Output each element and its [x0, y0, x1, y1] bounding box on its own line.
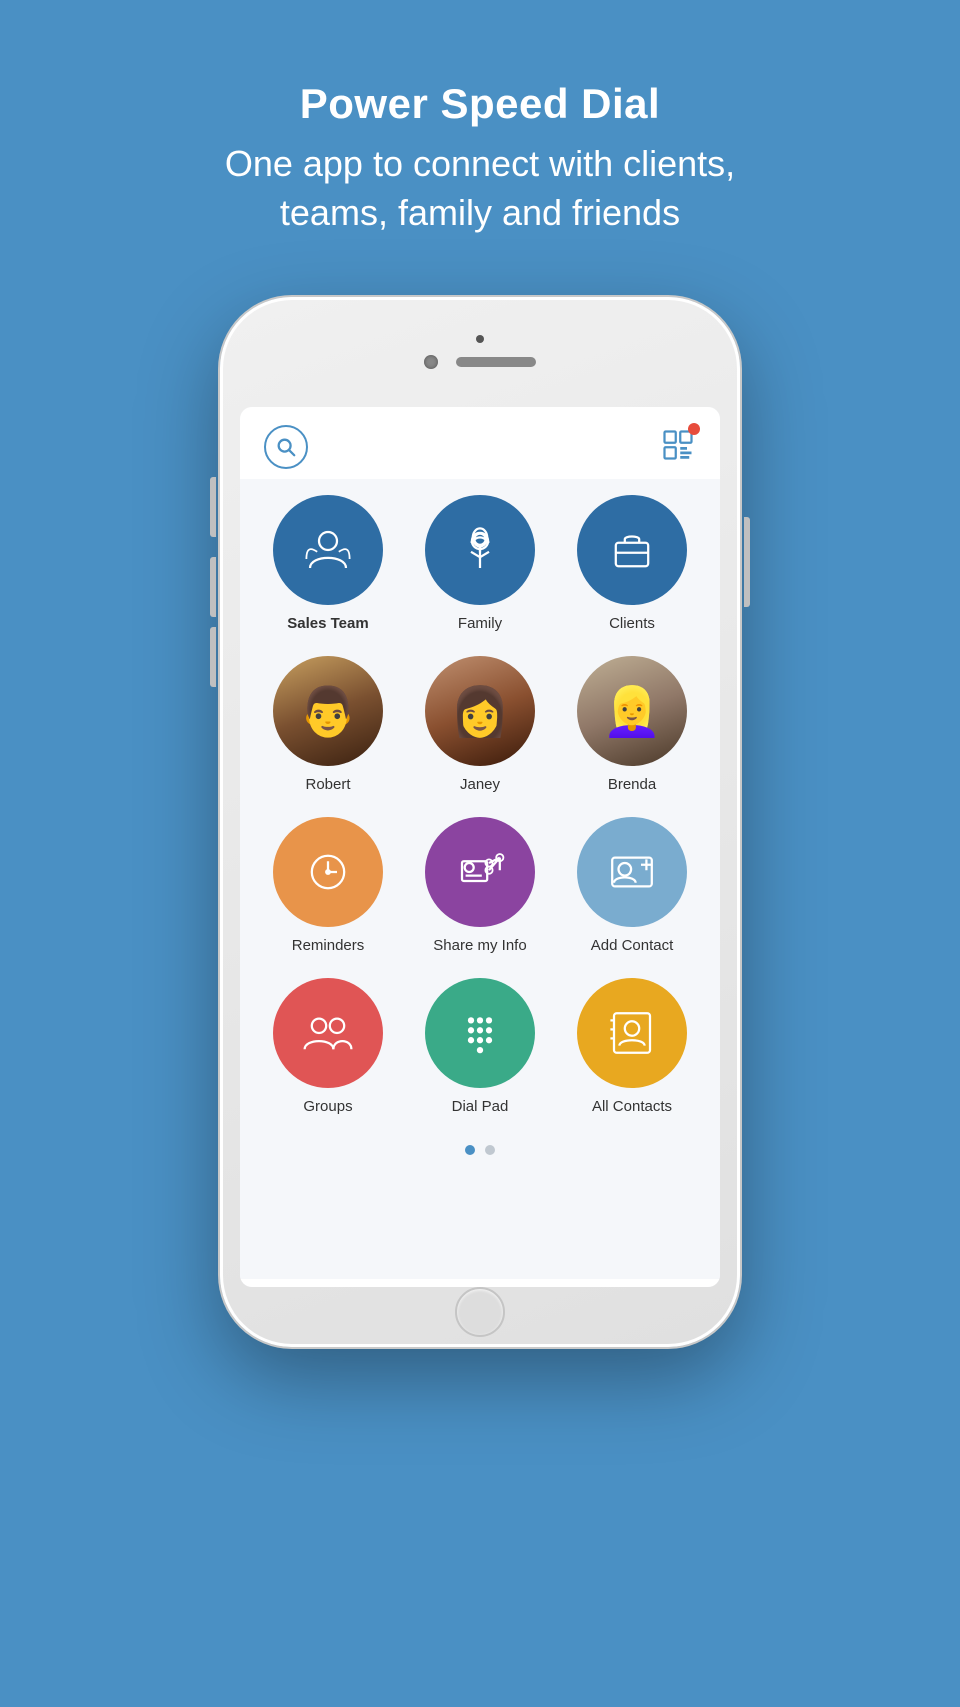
- sales-team-label: Sales Team: [287, 615, 368, 632]
- pagination: [260, 1135, 700, 1161]
- phone-bottom: [240, 1287, 720, 1337]
- brenda-label: Brenda: [608, 776, 656, 793]
- app-subtitle: One app to connect with clients,teams, f…: [0, 140, 960, 237]
- phone-camera: [424, 355, 438, 369]
- grid-item-all-contacts[interactable]: All Contacts: [564, 978, 700, 1115]
- header-section: Power Speed Dial One app to connect with…: [0, 0, 960, 277]
- grid-item-robert[interactable]: 👨 Robert: [260, 656, 396, 793]
- notifications-button[interactable]: [660, 427, 696, 468]
- screen-topbar: [240, 407, 720, 479]
- grid-item-janey[interactable]: 👩 Janey: [412, 656, 548, 793]
- phone-speaker: [456, 357, 536, 367]
- reminders-label: Reminders: [292, 937, 365, 954]
- home-button[interactable]: [455, 1287, 505, 1337]
- add-contact-label: Add Contact: [591, 937, 674, 954]
- grid-item-reminders[interactable]: Reminders: [260, 817, 396, 954]
- screen-bottom-bar: [240, 1279, 720, 1287]
- clients-label: Clients: [609, 615, 655, 632]
- share-my-info-label: Share my Info: [433, 937, 526, 954]
- phone-device: Sales Team: [220, 297, 740, 1347]
- page-dot-1[interactable]: [465, 1145, 475, 1155]
- app-title: Power Speed Dial: [0, 80, 960, 128]
- grid-item-sales-team[interactable]: Sales Team: [260, 495, 396, 632]
- search-button[interactable]: [264, 425, 308, 469]
- grid-item-add-contact[interactable]: Add Contact: [564, 817, 700, 954]
- screen-content: Sales Team: [240, 479, 720, 1279]
- janey-label: Janey: [460, 776, 500, 793]
- phone-wrapper: Sales Team: [0, 297, 960, 1347]
- grid-item-family[interactable]: Family: [412, 495, 548, 632]
- app-grid: Sales Team: [260, 495, 700, 1115]
- grid-item-brenda[interactable]: 👱‍♀️ Brenda: [564, 656, 700, 793]
- dial-pad-label: Dial Pad: [452, 1098, 509, 1115]
- family-label: Family: [458, 615, 502, 632]
- grid-item-share-my-info[interactable]: Share my Info: [412, 817, 548, 954]
- phone-screen: Sales Team: [240, 407, 720, 1287]
- notification-badge: [688, 423, 700, 435]
- all-contacts-label: All Contacts: [592, 1098, 672, 1115]
- groups-label: Groups: [303, 1098, 352, 1115]
- phone-dot: [476, 335, 484, 343]
- phone-top: [240, 317, 720, 407]
- page-dot-2[interactable]: [485, 1145, 495, 1155]
- robert-label: Robert: [305, 776, 350, 793]
- grid-item-dial-pad[interactable]: Dial Pad: [412, 978, 548, 1115]
- grid-item-clients[interactable]: Clients: [564, 495, 700, 632]
- grid-item-groups[interactable]: Groups: [260, 978, 396, 1115]
